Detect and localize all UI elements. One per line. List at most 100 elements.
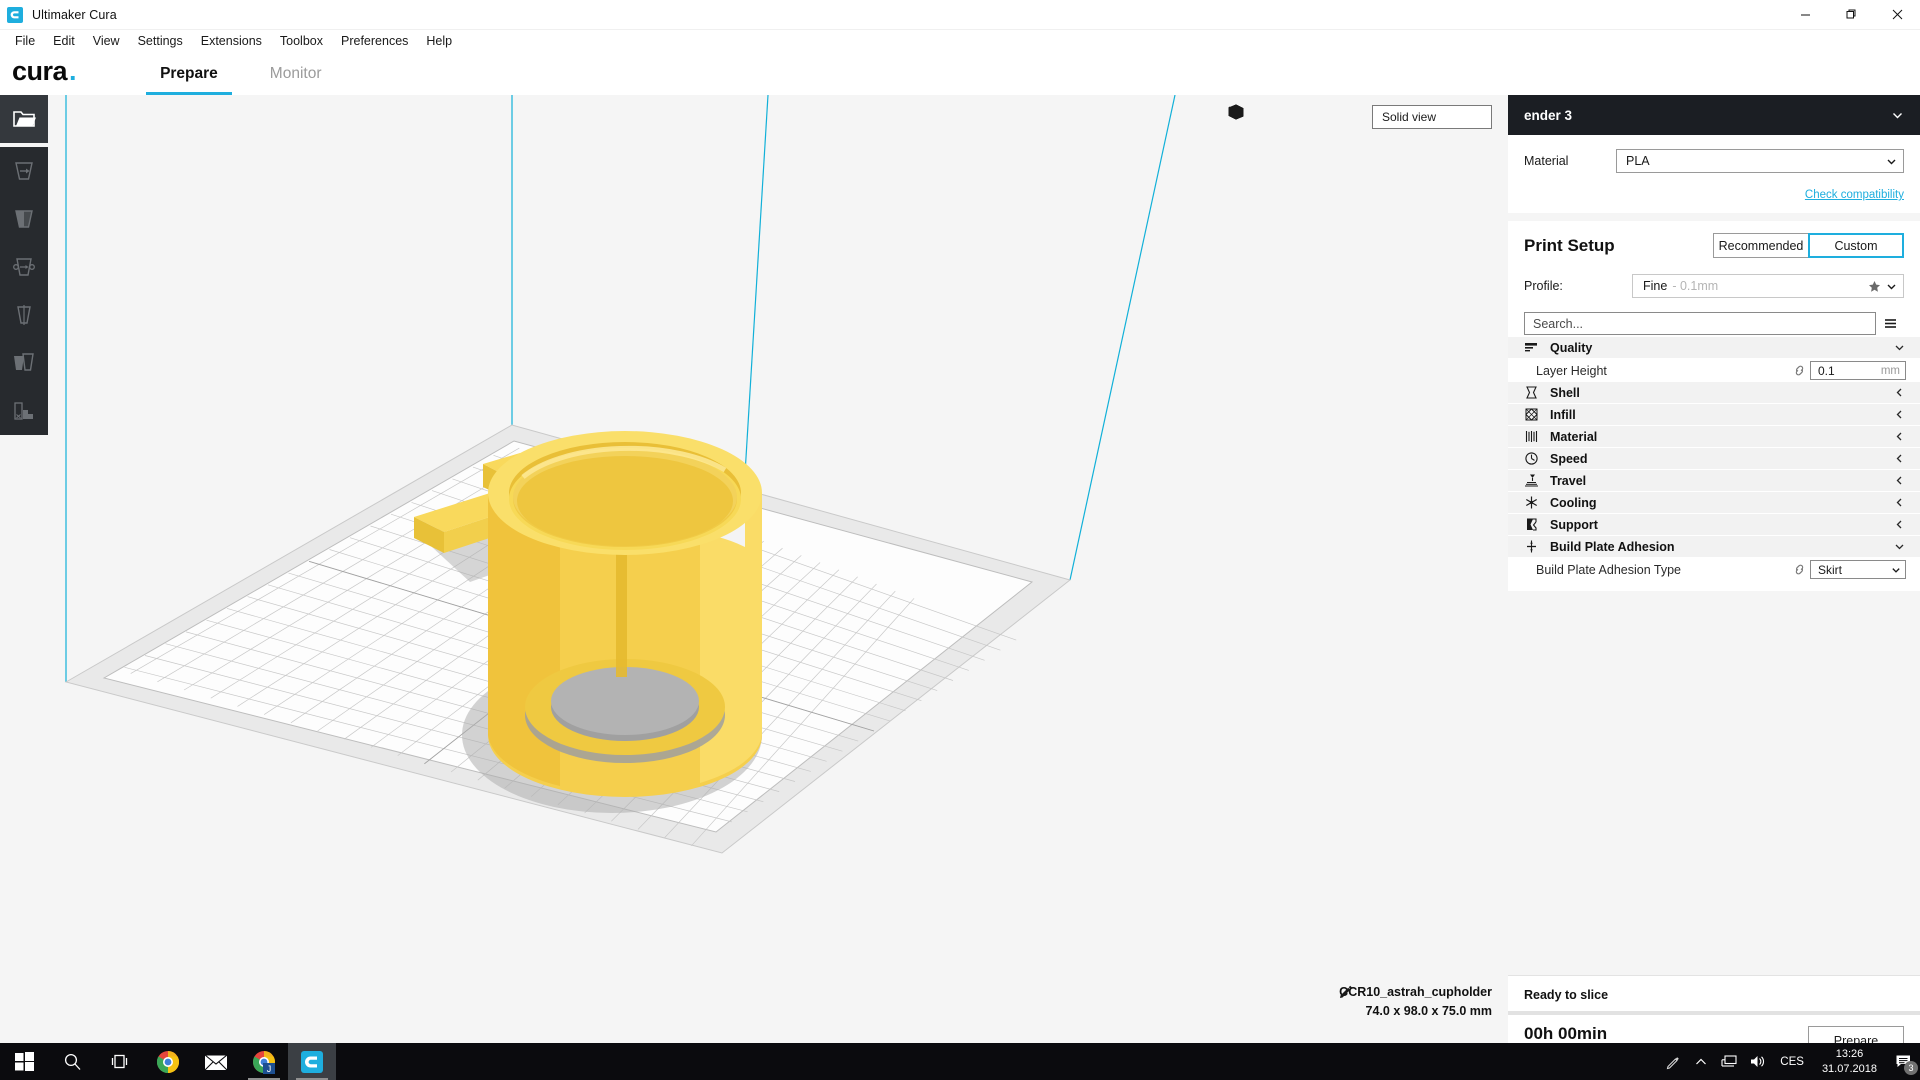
mirror-tool-button[interactable]: [0, 291, 48, 339]
minimize-button[interactable]: [1782, 0, 1828, 30]
material-select[interactable]: PLA: [1616, 149, 1904, 173]
cura-taskbar-icon: [300, 1050, 324, 1074]
start-button[interactable]: [0, 1043, 48, 1080]
show-hidden-icons-button[interactable]: [1687, 1043, 1715, 1080]
close-icon: [1892, 9, 1903, 20]
language-indicator[interactable]: CES: [1771, 1056, 1813, 1068]
view-front-icon[interactable]: [1254, 103, 1281, 131]
cura-logo-icon: [7, 7, 23, 23]
chevron-down-icon: [1891, 109, 1904, 122]
support-icon: [1524, 517, 1546, 532]
settings-search-row: [1524, 312, 1904, 337]
clock[interactable]: 13:26 31.07.2018: [1813, 1047, 1886, 1077]
taskbar-app-cura[interactable]: [288, 1043, 336, 1080]
mode-custom-button[interactable]: Custom: [1808, 233, 1904, 258]
setting-row-adhesion-type[interactable]: Build Plate Adhesion Type Skirt: [1508, 558, 1920, 581]
network-icon: [1721, 1054, 1738, 1069]
3d-viewport[interactable]: Solid view CCR10_astrah_cupholder 74.0 x…: [0, 95, 1508, 1050]
setting-category-label: Shell: [1550, 386, 1892, 400]
menu-bar: File Edit View Settings Extensions Toolb…: [0, 30, 1920, 52]
pencil-icon[interactable]: [1339, 985, 1353, 999]
windows-start-icon: [15, 1052, 34, 1071]
star-icon[interactable]: [1868, 280, 1881, 293]
taskbar-app-chrome[interactable]: [144, 1043, 192, 1080]
menu-view[interactable]: View: [84, 32, 129, 50]
adhesion-type-select[interactable]: Skirt: [1810, 560, 1906, 579]
link-icon[interactable]: [1788, 563, 1810, 576]
tab-monitor[interactable]: Monitor: [244, 52, 348, 95]
slice-status: Ready to slice: [1508, 976, 1920, 1002]
clock-date: 31.07.2018: [1822, 1062, 1877, 1077]
view-left-icon[interactable]: [1308, 103, 1335, 131]
view-right-icon[interactable]: [1335, 103, 1362, 131]
chevron-down-icon: [1886, 156, 1897, 167]
settings-menu-button[interactable]: [1876, 312, 1904, 335]
setting-category-label: Travel: [1550, 474, 1892, 488]
setting-category-label: Speed: [1550, 452, 1892, 466]
menu-preferences[interactable]: Preferences: [332, 32, 417, 50]
setting-category-travel[interactable]: Travel: [1508, 470, 1920, 492]
setting-category-material[interactable]: Material: [1508, 426, 1920, 448]
chrome-j-icon: J: [252, 1050, 276, 1074]
setting-category-infill[interactable]: Infill: [1508, 404, 1920, 426]
hamburger-menu-icon: [1883, 316, 1898, 331]
system-tray: CES 13:26 31.07.2018 3: [1659, 1043, 1920, 1080]
setting-category-quality[interactable]: Quality: [1508, 337, 1920, 359]
task-view-icon: [111, 1052, 130, 1071]
setup-mode-toggle: Recommended Custom: [1713, 233, 1904, 258]
setting-category-shell[interactable]: Shell: [1508, 382, 1920, 404]
rotate-tool-icon: [11, 254, 37, 280]
cura-wordmark-text: cura: [12, 56, 67, 87]
open-file-button[interactable]: [0, 95, 48, 143]
move-tool-icon: [11, 158, 37, 184]
chevron-down-icon: [1891, 565, 1901, 575]
menu-file[interactable]: File: [6, 32, 44, 50]
per-model-settings-button[interactable]: [0, 339, 48, 387]
taskbar-app-chrome-window[interactable]: J: [240, 1043, 288, 1080]
close-button[interactable]: [1874, 0, 1920, 30]
scale-tool-button[interactable]: [0, 195, 48, 243]
network-button[interactable]: [1715, 1043, 1743, 1080]
search-button[interactable]: [48, 1043, 96, 1080]
check-compatibility-link[interactable]: Check compatibility: [1805, 189, 1904, 201]
layer-height-value: 0.1: [1818, 364, 1881, 378]
mode-recommended-button[interactable]: Recommended: [1713, 233, 1809, 258]
setting-category-label: Quality: [1550, 341, 1892, 355]
menu-edit[interactable]: Edit: [44, 32, 84, 50]
print-setup-card: Print Setup Recommended Custom Profile: …: [1508, 221, 1920, 337]
setting-category-build-plate-adhesion[interactable]: Build Plate Adhesion: [1508, 536, 1920, 558]
volume-button[interactable]: [1743, 1043, 1771, 1080]
link-icon[interactable]: [1788, 364, 1810, 377]
printer-name: ender 3: [1524, 108, 1891, 123]
view-mode-label: Solid view: [1382, 110, 1485, 124]
task-view-button[interactable]: [96, 1043, 144, 1080]
setting-category-speed[interactable]: Speed: [1508, 448, 1920, 470]
search-input[interactable]: [1524, 312, 1876, 335]
move-tool-button[interactable]: [0, 147, 48, 195]
view-top-icon[interactable]: [1281, 103, 1308, 131]
printer-selector[interactable]: ender 3: [1508, 95, 1920, 135]
maximize-button[interactable]: [1828, 0, 1874, 30]
pen-input-icon[interactable]: [1659, 1043, 1687, 1080]
support-blocker-button[interactable]: [0, 387, 48, 435]
setting-category-cooling[interactable]: Cooling: [1508, 492, 1920, 514]
tab-prepare[interactable]: Prepare: [134, 52, 244, 95]
layer-height-input[interactable]: 0.1 mm: [1810, 361, 1906, 380]
left-toolbar: [0, 95, 48, 435]
layer-height-unit: mm: [1881, 365, 1900, 377]
profile-select[interactable]: Fine - 0.1mm: [1632, 274, 1904, 298]
menu-extensions[interactable]: Extensions: [192, 32, 271, 50]
menu-help[interactable]: Help: [417, 32, 461, 50]
taskbar-app-mail[interactable]: [192, 1043, 240, 1080]
chevron-down-icon: [1892, 541, 1906, 552]
chevron-left-icon: [1892, 453, 1906, 464]
setting-category-support[interactable]: Support: [1508, 514, 1920, 536]
menu-toolbox[interactable]: Toolbox: [271, 32, 332, 50]
app-bar: cura . Prepare Monitor: [0, 52, 1920, 95]
view-mode-select[interactable]: Solid view: [1372, 105, 1492, 129]
setting-row-layer-height[interactable]: Layer Height 0.1 mm: [1508, 359, 1920, 382]
material-row: Material PLA: [1524, 149, 1904, 173]
notification-center-button[interactable]: 3: [1886, 1043, 1920, 1080]
rotate-tool-button[interactable]: [0, 243, 48, 291]
menu-settings[interactable]: Settings: [129, 32, 192, 50]
